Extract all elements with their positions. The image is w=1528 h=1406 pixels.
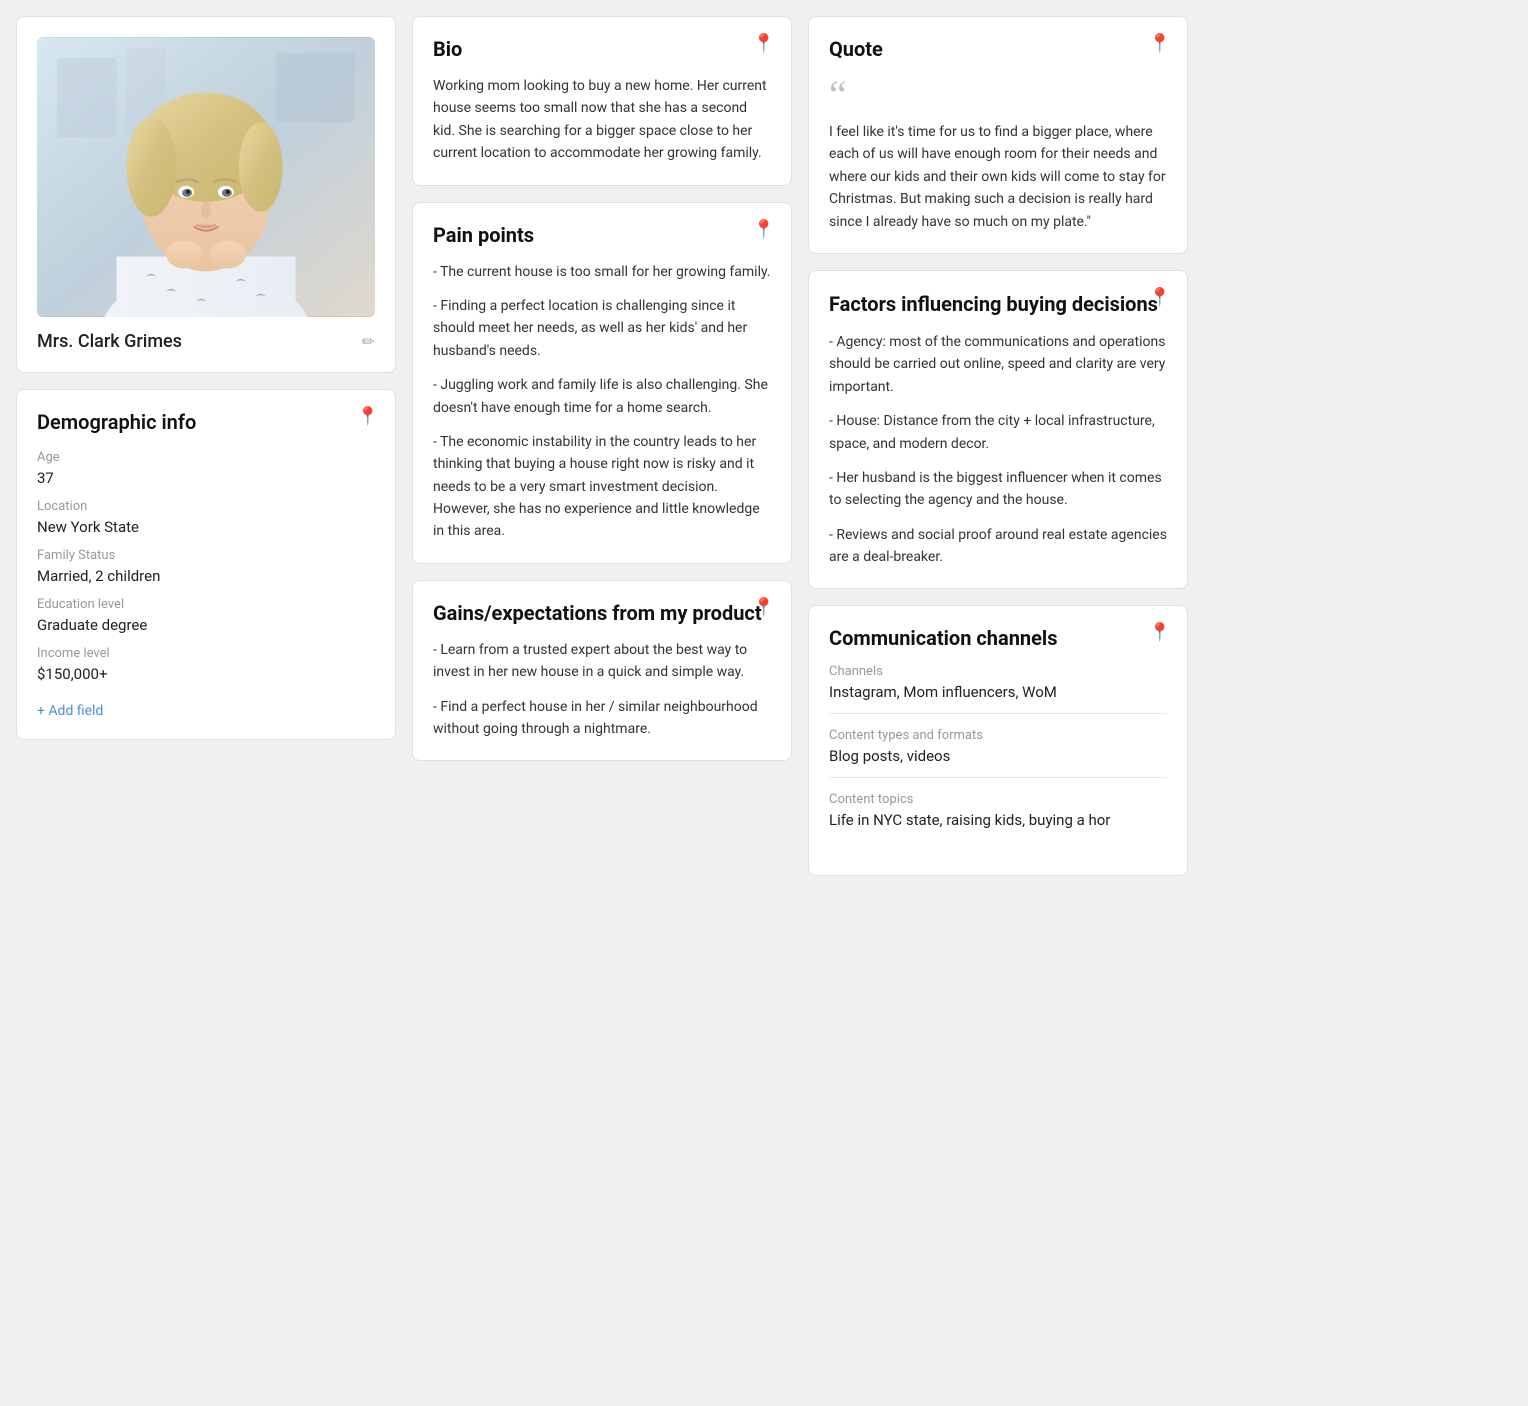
content-topics-value: Life in NYC state, raising kids, buying … <box>829 811 1167 841</box>
pain-item-3: - The economic instability in the countr… <box>433 431 771 543</box>
demographic-title: Demographic info <box>37 410 375 434</box>
family-status-label: Family Status <box>37 548 375 563</box>
pin-icon-factors[interactable]: 📍 <box>1149 287 1171 308</box>
pin-icon-gains[interactable]: 📍 <box>753 597 775 618</box>
factors-title: Factors influencing buying decisions <box>829 291 1167 317</box>
family-status-field: Family Status Married, 2 children <box>37 548 375 597</box>
gains-title: Gains/expectations from my product <box>433 601 771 625</box>
pain-item-1: - Finding a perfect location is challeng… <box>433 295 771 362</box>
channels-label: Channels <box>829 664 1167 679</box>
communication-title: Communication channels <box>829 626 1167 650</box>
factors-item-1: - House: Distance from the city + local … <box>829 410 1167 455</box>
location-value: New York State <box>37 518 375 548</box>
profile-name-row: Mrs. Clark Grimes ✏ <box>37 331 375 352</box>
family-status-value: Married, 2 children <box>37 567 375 597</box>
factors-card: 📍 Factors influencing buying decisions -… <box>808 270 1188 590</box>
gains-content: - Learn from a trusted expert about the … <box>433 639 771 741</box>
education-value: Graduate degree <box>37 616 375 646</box>
age-value: 37 <box>37 469 375 499</box>
pain-points-content: - The current house is too small for her… <box>433 261 771 543</box>
gains-card: 📍 Gains/expectations from my product - L… <box>412 580 792 762</box>
factors-item-2: - Her husband is the biggest influencer … <box>829 467 1167 512</box>
edit-icon[interactable]: ✏ <box>362 332 375 351</box>
content-types-value: Blog posts, videos <box>829 747 1167 778</box>
pin-icon-demographic[interactable]: 📍 <box>357 406 379 427</box>
quote-card: 📍 Quote “ I feel like it's time for us t… <box>808 16 1188 254</box>
factors-content: - Agency: most of the communications and… <box>829 331 1167 569</box>
pain-points-card: 📍 Pain points - The current house is too… <box>412 202 792 564</box>
quote-title: Quote <box>829 37 1167 61</box>
age-field: Age 37 <box>37 450 375 499</box>
profile-card: Mrs. Clark Grimes ✏ <box>16 16 396 373</box>
location-field: Location New York State <box>37 499 375 548</box>
pin-icon-communication[interactable]: 📍 <box>1149 622 1171 643</box>
education-label: Education level <box>37 597 375 612</box>
demographic-card: 📍 Demographic info Age 37 Location New Y… <box>16 389 396 740</box>
income-value: $150,000+ <box>37 665 375 695</box>
pain-item-2: - Juggling work and family life is also … <box>433 374 771 419</box>
profile-name: Mrs. Clark Grimes <box>37 331 182 352</box>
age-label: Age <box>37 450 375 465</box>
content-types-label: Content types and formats <box>829 728 1167 743</box>
gains-item-1: - Find a perfect house in her / similar … <box>433 696 771 741</box>
col-right: 📍 Quote “ I feel like it's time for us t… <box>808 16 1188 876</box>
income-field: Income level $150,000+ <box>37 646 375 695</box>
pin-icon-pain[interactable]: 📍 <box>753 219 775 240</box>
profile-photo <box>37 37 375 317</box>
pin-icon-bio[interactable]: 📍 <box>753 33 775 54</box>
education-field: Education level Graduate degree <box>37 597 375 646</box>
add-field-button[interactable]: + Add field <box>37 703 103 719</box>
communication-card: 📍 Communication channels Channels Instag… <box>808 605 1188 876</box>
content-topics-label: Content topics <box>829 792 1167 807</box>
factors-item-3: - Reviews and social proof around real e… <box>829 524 1167 569</box>
pin-icon-quote[interactable]: 📍 <box>1149 33 1171 54</box>
bio-text: Working mom looking to buy a new home. H… <box>433 75 771 165</box>
channels-value: Instagram, Mom influencers, WoM <box>829 683 1167 714</box>
channels-section: Channels Instagram, Mom influencers, WoM <box>829 664 1167 714</box>
quote-mark: “ <box>829 75 1167 115</box>
income-label: Income level <box>37 646 375 661</box>
pain-points-title: Pain points <box>433 223 771 247</box>
col-middle: 📍 Bio Working mom looking to buy a new h… <box>412 16 792 876</box>
factors-item-0: - Agency: most of the communications and… <box>829 331 1167 398</box>
quote-text: I feel like it's time for us to find a b… <box>829 121 1167 233</box>
gains-item-0: - Learn from a trusted expert about the … <box>433 639 771 684</box>
bio-title: Bio <box>433 37 771 61</box>
content-types-section: Content types and formats Blog posts, vi… <box>829 728 1167 778</box>
content-topics-section: Content topics Life in NYC state, raisin… <box>829 792 1167 841</box>
col-left: Mrs. Clark Grimes ✏ 📍 Demographic info A… <box>16 16 396 876</box>
location-label: Location <box>37 499 375 514</box>
bio-card: 📍 Bio Working mom looking to buy a new h… <box>412 16 792 186</box>
pain-item-0: - The current house is too small for her… <box>433 261 771 283</box>
